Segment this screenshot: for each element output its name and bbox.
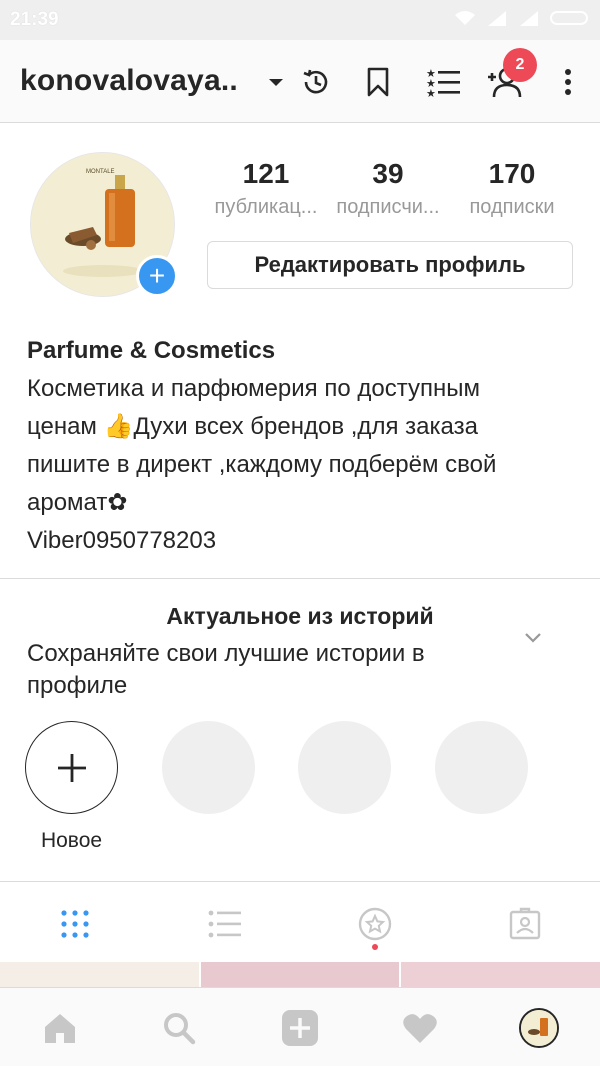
stat-following-count: 170 [488,158,536,189]
edit-profile-button[interactable]: Редактировать профиль [207,241,573,289]
stat-posts-label: публикац... [214,196,318,218]
status-bar: 21:39 [0,0,600,40]
wifi-icon [455,11,475,25]
bottom-navigation [0,987,600,1066]
close-friends-list-icon[interactable]: ★ ★ ★ [423,62,463,102]
svg-text:★: ★ [426,87,436,98]
list-icon[interactable] [205,904,245,944]
bio-line: Косметика и парфюмерия по доступным [27,375,480,402]
battery-icon [550,11,588,25]
highlight-placeholder [435,721,528,814]
bio-contact: Viber0950778203 [27,527,217,554]
status-icons [454,10,590,26]
highlights-title: Актуальное из историй [166,603,434,629]
signal-icon [488,11,506,26]
stat-following-label: подписки [469,196,555,218]
stat-followers[interactable]: 39 подписчи... [328,158,448,219]
highlights-subtitle: Сохраняйте свои лучшие истории в профиле [27,640,425,699]
profile-bio: Parfume & Cosmetics Косметика и парфюмер… [27,332,587,560]
archive-history-icon[interactable] [296,62,336,102]
stat-followers-label: подписчи... [336,196,440,218]
username[interactable]: konovalovaya.. [20,64,238,98]
search-icon[interactable] [157,1006,201,1050]
svg-text:MONTALE: MONTALE [86,169,115,175]
highlight-placeholder [162,721,255,814]
add-post-icon[interactable] [278,1006,322,1050]
tagged-icon[interactable] [505,904,545,944]
stat-followers-count: 39 [372,158,404,189]
more-options-icon[interactable] [548,62,588,102]
profile-name: Parfume & Cosmetics [27,337,276,364]
bio-line: ценам 👍Духи всех брендов ,для заказа [27,413,478,440]
status-time: 21:39 [10,9,59,30]
activity-heart-icon[interactable] [398,1006,442,1050]
new-highlight-button[interactable] [25,721,118,814]
stat-following[interactable]: 170 подписки [452,158,572,219]
bookmark-icon[interactable] [358,62,398,102]
profile-tabs [0,882,600,960]
notification-badge: 2 [503,48,537,82]
chevron-down-icon[interactable] [266,76,286,88]
profile-avatar [519,1008,559,1048]
bio-line: аромат✿ [27,489,128,516]
profile-tab[interactable] [517,1006,561,1050]
highlight-placeholder [298,721,391,814]
signal-icon-2 [520,11,538,26]
new-saved-indicator [372,944,378,950]
plus-icon [57,753,86,782]
stat-posts[interactable]: 121 публикац... [206,158,326,219]
home-icon[interactable] [38,1006,82,1050]
add-story-plus-icon[interactable]: + [136,255,178,297]
grid-icon[interactable] [55,904,95,944]
stat-posts-count: 121 [242,158,290,189]
new-highlight-label: Новое [40,829,103,852]
divider [0,578,600,579]
saved-star-icon[interactable] [355,904,395,944]
chevron-down-icon[interactable] [524,632,542,644]
bio-line: пишите в директ ,каждому подберём свой [27,451,497,478]
